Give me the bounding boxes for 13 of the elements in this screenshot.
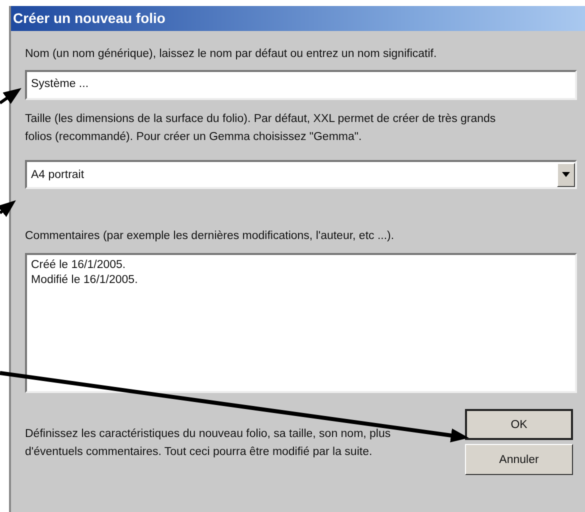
comments-label: Commentaires (par exemple les dernières modifications, l'auteur, etc ...).	[25, 229, 396, 244]
ok-button[interactable]: OK	[465, 409, 573, 440]
comments-field[interactable]: Créé le 16/1/2005. Modifié le 16/1/2005.	[25, 253, 577, 393]
arrow	[0, 200, 16, 217]
cancel-button[interactable]: Annuler	[465, 444, 573, 475]
size-label: Taille (les dimensions de la surface du folio). Par défaut, XXL permet de créer de très grands folios (recommandé). Pour créer un Gemma choisissez "Gemma".	[25, 112, 497, 145]
name-field[interactable]: Système ...	[25, 70, 577, 100]
window-title: Créer un nouveau folio	[11, 6, 585, 31]
size-dropdown[interactable]: A4 portrait	[25, 160, 577, 189]
size-value: A4 portrait	[31, 168, 84, 180]
arrow	[0, 88, 22, 104]
hint-text: Définissez les caractéristiques du nouveau folio, sa taille, son nom, plus d'éventuels commentaires. Tout ceci pourra être modifié par la suite.	[25, 427, 392, 460]
name-label: Nom (un nom générique), laissez le nom par défaut ou entrez un nom significatif.	[25, 47, 438, 62]
